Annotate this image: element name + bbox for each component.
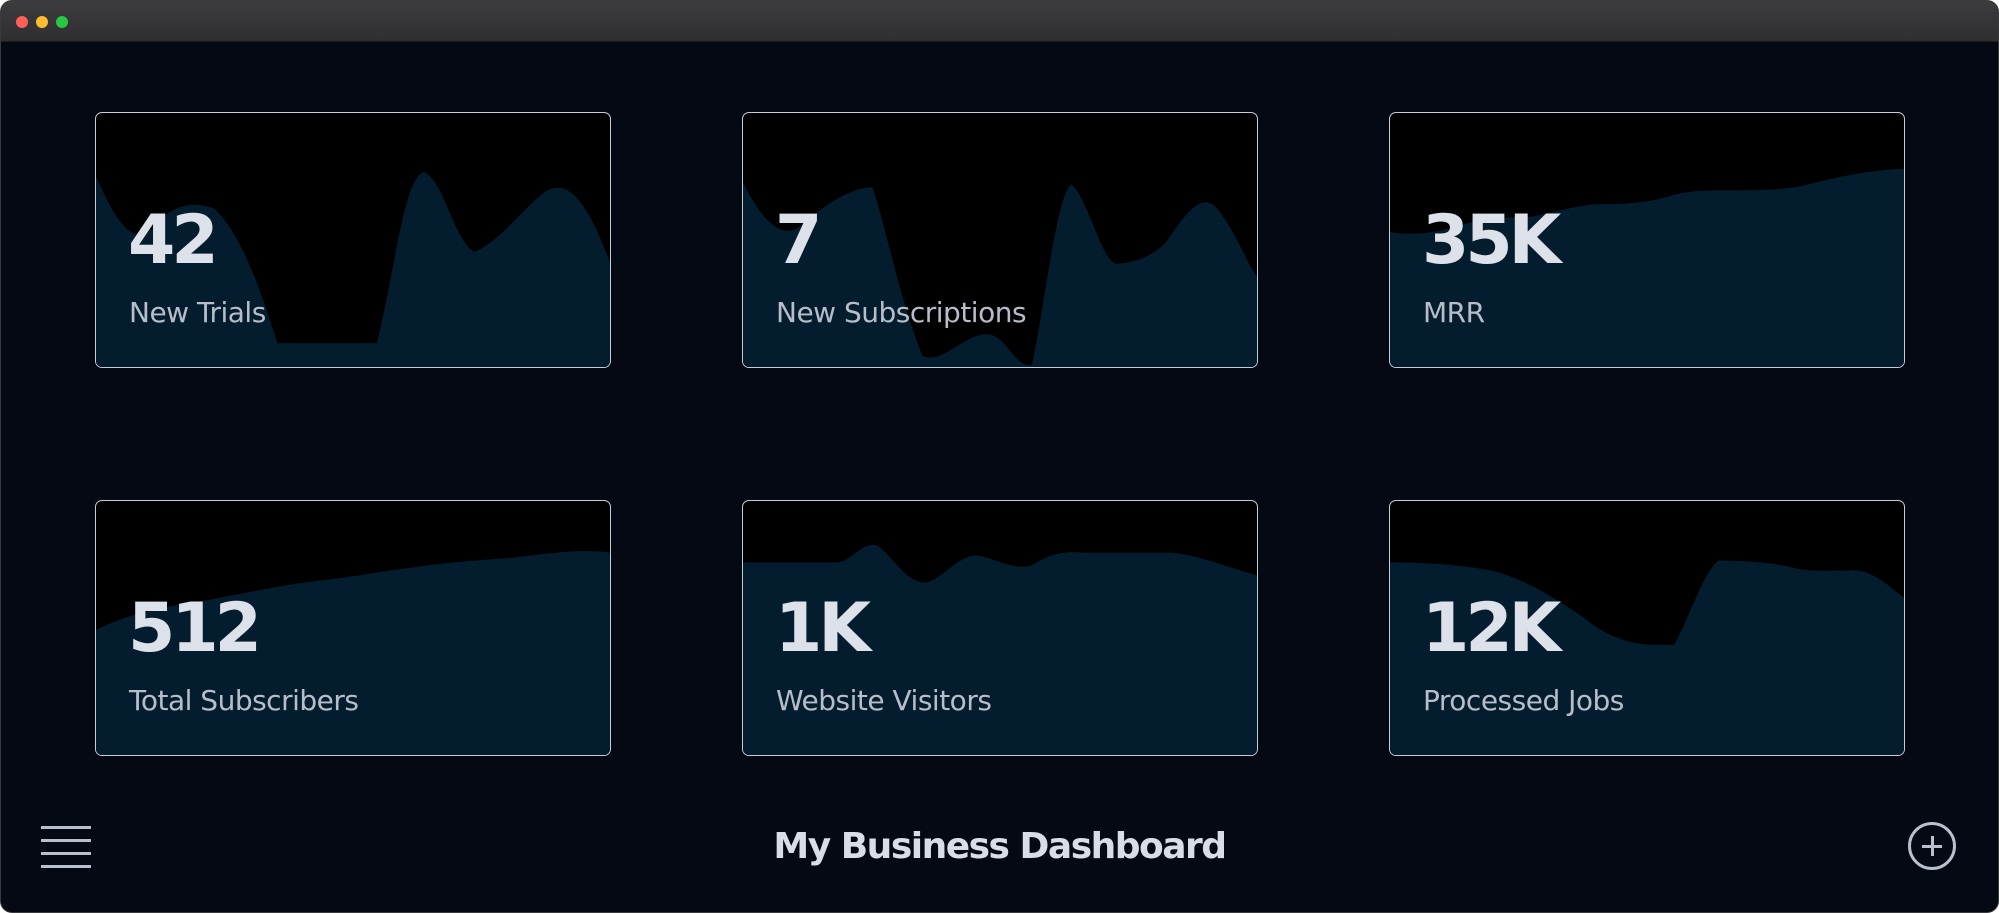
metric-card-new-subscriptions[interactable]: 7 New Subscriptions <box>742 112 1258 368</box>
dashboard-title: My Business Dashboard <box>773 826 1227 867</box>
metric-value: 35K <box>1422 201 1561 280</box>
metric-value: 512 <box>128 589 262 668</box>
metric-label: New Subscriptions <box>776 296 1027 329</box>
metric-card-total-subscribers[interactable]: 512 Total Subscribers <box>95 500 611 756</box>
metric-card-website-visitors[interactable]: 1K Website Visitors <box>742 500 1258 756</box>
metric-value: 7 <box>775 201 822 280</box>
metric-label: Total Subscribers <box>129 684 359 717</box>
metric-label: Website Visitors <box>776 684 992 717</box>
title-bar <box>1 1 1998 42</box>
close-window-button[interactable] <box>16 16 28 28</box>
metric-card-new-trials[interactable]: 42 New Trials <box>95 112 611 368</box>
metric-label: MRR <box>1423 296 1485 329</box>
dashboard-content: 42 New Trials 7 New Subscriptions 35K MR… <box>1 42 1998 912</box>
app-window: 42 New Trials 7 New Subscriptions 35K MR… <box>0 0 1999 913</box>
metric-value: 1K <box>775 589 871 668</box>
metric-value: 12K <box>1422 589 1561 668</box>
metric-label: New Trials <box>129 296 266 329</box>
minimize-window-button[interactable] <box>36 16 48 28</box>
metric-card-processed-jobs[interactable]: 12K Processed Jobs <box>1389 500 1905 756</box>
metric-value: 42 <box>128 201 219 280</box>
zoom-window-button[interactable] <box>56 16 68 28</box>
add-widget-button[interactable] <box>1908 822 1956 870</box>
metric-card-mrr[interactable]: 35K MRR <box>1389 112 1905 368</box>
metric-label: Processed Jobs <box>1423 684 1624 717</box>
